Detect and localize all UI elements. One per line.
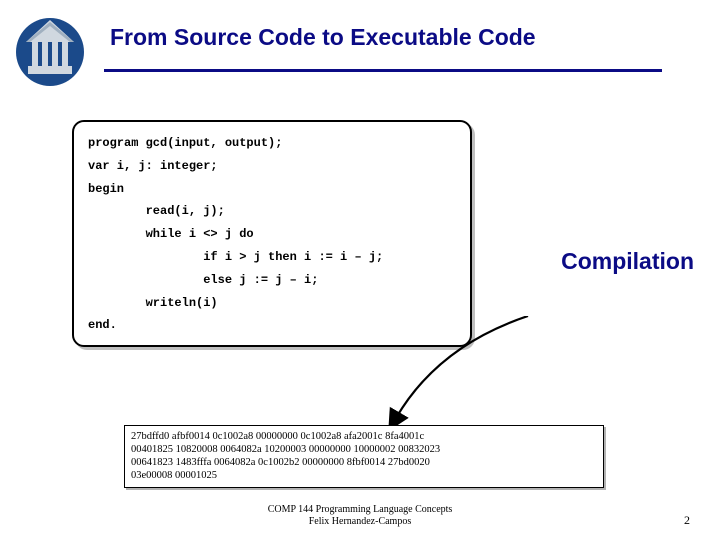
page-number: 2 — [684, 513, 690, 528]
slide-title: From Source Code to Executable Code — [110, 24, 710, 51]
compilation-label: Compilation — [561, 248, 694, 275]
executable-hex-box: 27bdffd0 afbf0014 0c1002a8 00000000 0c10… — [124, 425, 604, 488]
compilation-arrow-icon — [378, 316, 538, 436]
title-rule — [104, 69, 662, 72]
footer-author: Felix Hernandez-Campos — [0, 516, 720, 528]
executable-hex: 27bdffd0 afbf0014 0c1002a8 00000000 0c10… — [131, 430, 597, 483]
source-code-box: program gcd(input, output); var i, j: in… — [72, 120, 472, 347]
footer-course: COMP 144 Programming Language Concepts — [0, 504, 720, 516]
institution-logo — [10, 8, 90, 88]
source-code: program gcd(input, output); var i, j: in… — [88, 132, 456, 337]
slide-footer: COMP 144 Programming Language Concepts F… — [0, 504, 720, 528]
